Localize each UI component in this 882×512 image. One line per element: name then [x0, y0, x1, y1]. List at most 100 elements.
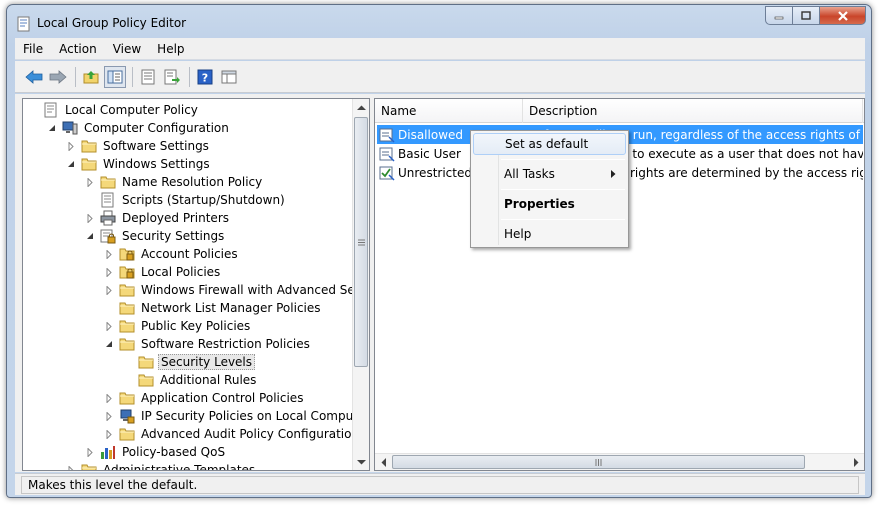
scroll-left-button[interactable] — [375, 454, 392, 470]
tree-item[interactable]: Scripts (Startup/Shutdown) — [84, 191, 287, 209]
folder-icon — [119, 390, 135, 406]
show-hide-tree-button[interactable] — [104, 65, 126, 88]
menu-separator — [501, 189, 625, 190]
help-button[interactable]: ? — [194, 66, 216, 88]
locked-folder-icon — [119, 246, 135, 262]
column-header-description[interactable]: Description — [523, 99, 863, 123]
console-tree: Local Computer Policy Computer Configurat… — [22, 98, 370, 471]
expand-arrow-icon[interactable] — [103, 284, 115, 296]
tree-item[interactable]: Software Restriction Policies — [103, 335, 312, 353]
tree-vertical-scrollbar[interactable] — [352, 99, 369, 470]
close-button[interactable] — [819, 6, 866, 25]
tree-item[interactable]: Public Key Policies — [103, 317, 252, 335]
main-window: Local Group Policy Editor File Action Vi… — [6, 4, 872, 498]
expand-arrow-icon[interactable] — [103, 392, 115, 404]
tree-item[interactable]: Computer Configuration — [46, 119, 231, 137]
show-hide-tree-icon — [107, 70, 123, 83]
collapse-arrow-icon[interactable] — [84, 230, 96, 242]
tree-item[interactable]: Administrative Templates — [65, 461, 257, 470]
all-tasks-label: All Tasks — [504, 167, 555, 181]
tree-item[interactable]: Windows Firewall with Advanced Security — [103, 281, 369, 299]
expand-arrow-icon[interactable] — [103, 266, 115, 278]
tree-item-label: Computer Configuration — [84, 121, 229, 135]
tree-item[interactable]: Advanced Audit Policy Configuration — [103, 425, 361, 443]
tree-item[interactable]: IP Security Policies on Local Computer — [103, 407, 370, 425]
tree-item[interactable]: Additional Rules — [122, 371, 258, 389]
tree-item-label: Policy-based QoS — [122, 445, 226, 459]
maximize-button[interactable] — [792, 6, 819, 25]
title-bar[interactable]: Local Group Policy Editor — [7, 5, 871, 37]
column-header-name[interactable]: Name — [375, 99, 523, 123]
tree-item[interactable]: Local Computer Policy — [27, 101, 200, 119]
tree-item[interactable]: Local Policies — [103, 263, 222, 281]
back-icon — [25, 69, 43, 84]
scroll-up-button[interactable] — [353, 99, 369, 116]
menu-separator — [501, 159, 625, 160]
status-text: Makes this level the default. — [21, 476, 859, 494]
menu-item-set-as-default[interactable]: Set as default — [473, 133, 626, 155]
forward-button[interactable] — [47, 66, 69, 88]
menu-action[interactable]: Action — [51, 38, 105, 60]
back-button[interactable] — [23, 66, 45, 88]
properties-button[interactable] — [137, 66, 159, 88]
expand-arrow-icon[interactable] — [84, 446, 96, 458]
expand-arrow-icon[interactable] — [65, 140, 77, 152]
minimize-button[interactable] — [765, 6, 792, 25]
grip-icon — [357, 239, 365, 245]
tree-item[interactable]: Policy-based QoS — [84, 443, 227, 461]
tree-item-label: IP Security Policies on Local Computer — [141, 409, 370, 423]
menu-view[interactable]: View — [105, 38, 149, 60]
tree-item-label: Advanced Audit Policy Configuration — [141, 427, 360, 441]
grip-icon — [595, 458, 602, 466]
expand-arrow-icon[interactable] — [103, 428, 115, 440]
expand-arrow-icon[interactable] — [65, 464, 77, 470]
menu-help[interactable]: Help — [149, 38, 192, 60]
folder-icon — [100, 174, 116, 190]
console-view-button[interactable] — [218, 66, 240, 88]
tree-scrollbar-thumb[interactable] — [354, 117, 368, 367]
expand-arrow-icon[interactable] — [84, 212, 96, 224]
menu-item-help[interactable]: Help — [473, 223, 626, 245]
expand-arrow-icon[interactable] — [103, 248, 115, 260]
tree-item[interactable]: Network List Manager Policies — [103, 299, 323, 317]
scroll-right-icon — [853, 458, 858, 467]
scroll-right-button[interactable] — [847, 454, 864, 470]
export-list-button[interactable] — [161, 66, 183, 88]
menu-file[interactable]: File — [15, 38, 51, 60]
tree-item[interactable]: Account Policies — [103, 245, 240, 263]
row-name: Basic User — [398, 146, 461, 161]
tree-item[interactable]: Security Levels — [122, 353, 256, 371]
folder-icon — [138, 372, 154, 388]
expand-arrow-icon[interactable] — [84, 176, 96, 188]
security-level-icon — [379, 128, 395, 143]
list-scrollbar-thumb[interactable] — [392, 455, 805, 469]
tree-item[interactable]: Windows Settings — [65, 155, 212, 173]
expand-arrow-icon[interactable] — [103, 410, 115, 422]
menu-separator — [501, 219, 625, 220]
menu-item-properties[interactable]: Properties — [473, 193, 626, 215]
tree-item[interactable]: Application Control Policies — [103, 389, 305, 407]
tree-item[interactable]: Security Settings — [84, 227, 226, 245]
scroll-down-icon — [357, 459, 366, 464]
list-horizontal-scrollbar[interactable] — [375, 453, 864, 470]
tree-item[interactable]: Software Settings — [65, 137, 211, 155]
export-list-icon — [164, 69, 180, 84]
up-one-level-button[interactable] — [80, 66, 102, 88]
tree-item[interactable]: Name Resolution Policy — [84, 173, 264, 191]
console-view-icon — [221, 70, 237, 83]
expand-arrow-icon[interactable] — [103, 320, 115, 332]
scroll-down-button[interactable] — [353, 453, 369, 470]
list-header: Name Description — [375, 99, 864, 123]
ip-security-icon — [119, 408, 135, 424]
tree-item-label: Local Computer Policy — [65, 103, 198, 117]
toolbar-separator — [132, 66, 133, 87]
up-folder-icon — [83, 70, 99, 83]
menu-item-all-tasks[interactable]: All Tasks — [473, 163, 626, 185]
collapse-arrow-icon[interactable] — [46, 122, 58, 134]
tree-item[interactable]: Deployed Printers — [84, 209, 231, 227]
menu-bar: File Action View Help — [15, 38, 865, 60]
collapse-arrow-icon[interactable] — [65, 158, 77, 170]
collapse-arrow-icon[interactable] — [103, 338, 115, 350]
